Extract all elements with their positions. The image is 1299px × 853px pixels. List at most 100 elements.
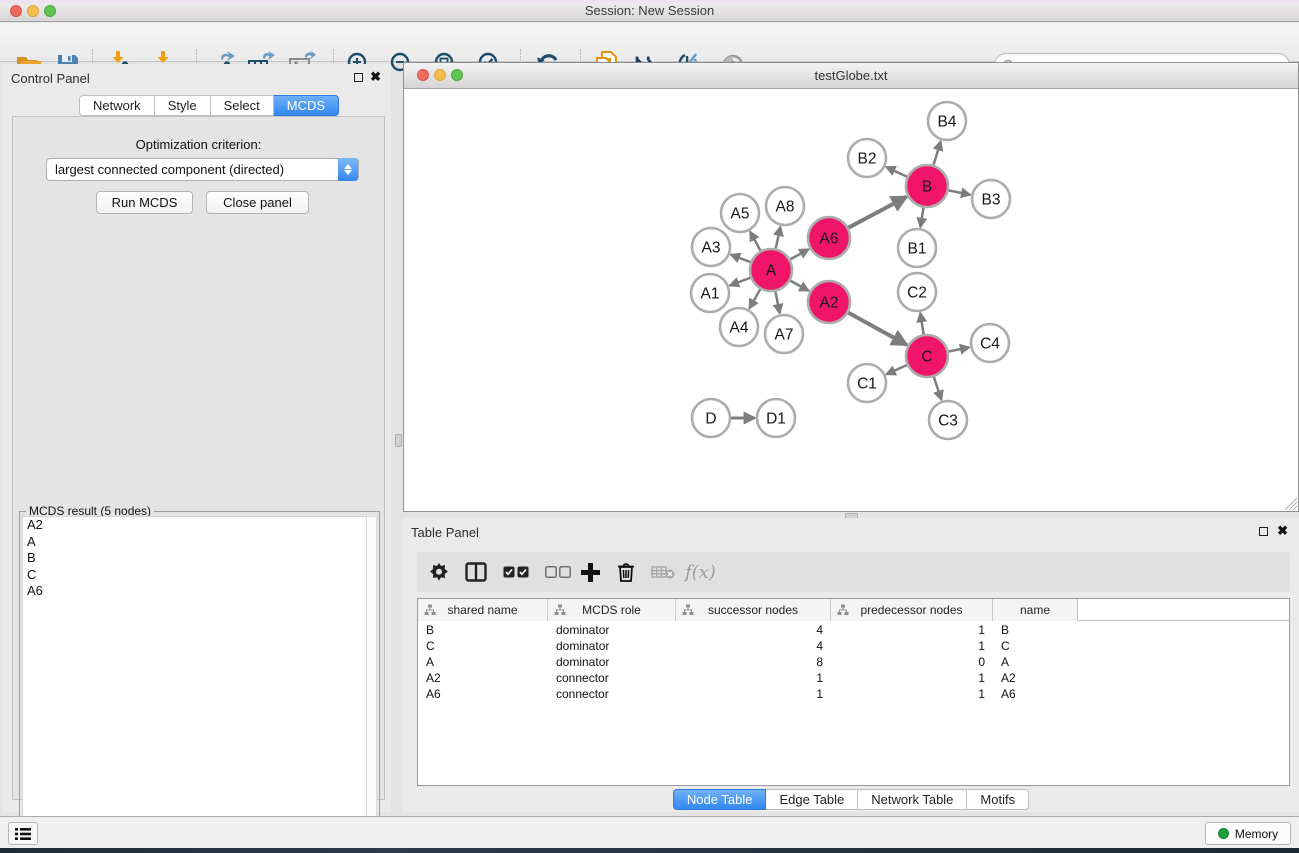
- table-cell[interactable]: 8: [676, 654, 831, 670]
- table-row[interactable]: A2connector11A2: [418, 670, 1289, 686]
- tab-select[interactable]: Select: [211, 95, 274, 116]
- close-panel-icon[interactable]: ✖: [370, 69, 381, 85]
- table-cell[interactable]: dominator: [548, 654, 676, 670]
- graph-node-B1[interactable]: B1: [898, 229, 936, 267]
- table-cell[interactable]: A2: [418, 670, 548, 686]
- table-cell[interactable]: 1: [831, 622, 993, 638]
- graph-node-A8[interactable]: A8: [766, 187, 804, 225]
- table-cell[interactable]: 1: [676, 686, 831, 702]
- graph-edge-C-C2[interactable]: [920, 313, 923, 335]
- column-header-predecessor-nodes[interactable]: predecessor nodes: [831, 599, 993, 621]
- graph-edge-A2-C[interactable]: [848, 313, 907, 345]
- table-cell[interactable]: dominator: [548, 638, 676, 654]
- graph-edge-A-A6[interactable]: [790, 249, 809, 259]
- select-all-icon[interactable]: [503, 558, 529, 586]
- graph-node-D1[interactable]: D1: [757, 399, 795, 437]
- tab-style[interactable]: Style: [155, 95, 211, 116]
- table-cell[interactable]: A6: [418, 686, 548, 702]
- graph-edge-A-A1[interactable]: [730, 278, 751, 286]
- delete-table-icon[interactable]: [651, 558, 675, 586]
- tab-mcds[interactable]: MCDS: [274, 95, 339, 116]
- table-cell[interactable]: 1: [831, 670, 993, 686]
- graph-node-A3[interactable]: A3: [692, 228, 730, 266]
- table-cell[interactable]: dominator: [548, 622, 676, 638]
- network-graph-canvas[interactable]: B4B2BB3A8A5A6B1A3AA1C2A2A4A7C4CC1C3DD1: [404, 89, 1298, 511]
- graph-edge-B-B1[interactable]: [920, 208, 923, 228]
- network-window-titlebar[interactable]: testGlobe.txt: [404, 63, 1298, 89]
- mcds-result-list[interactable]: A2ABCA6: [22, 516, 368, 846]
- graph-edge-A-A5[interactable]: [750, 231, 760, 250]
- column-header-MCDS-role[interactable]: MCDS role: [548, 599, 676, 621]
- criterion-dropdown[interactable]: largest connected component (directed): [46, 158, 359, 181]
- table-row[interactable]: A6connector11A6: [418, 686, 1289, 702]
- table-options-icon[interactable]: [429, 558, 449, 586]
- table-cell[interactable]: C: [993, 638, 1078, 654]
- show-column-icon[interactable]: [465, 558, 487, 586]
- table-row[interactable]: Adominator80A: [418, 654, 1289, 670]
- graph-node-C[interactable]: C: [906, 335, 948, 377]
- column-header-name[interactable]: name: [993, 599, 1078, 621]
- tab-node-table[interactable]: Node Table: [673, 789, 767, 810]
- table-row[interactable]: Cdominator41C: [418, 638, 1289, 654]
- graph-node-C4[interactable]: C4: [971, 324, 1009, 362]
- graph-node-C2[interactable]: C2: [898, 273, 936, 311]
- graph-edge-A-A8[interactable]: [776, 227, 781, 249]
- table-cell[interactable]: 4: [676, 622, 831, 638]
- graph-edge-C-C1[interactable]: [886, 365, 907, 374]
- memory-button[interactable]: Memory: [1205, 822, 1291, 845]
- tab-edge-table[interactable]: Edge Table: [766, 789, 858, 810]
- tab-network-table[interactable]: Network Table: [858, 789, 967, 810]
- graph-edge-C-C4[interactable]: [949, 347, 970, 351]
- graph-node-A6[interactable]: A6: [808, 217, 850, 259]
- table-cell[interactable]: A: [993, 654, 1078, 670]
- table-cell[interactable]: C: [418, 638, 548, 654]
- unselect-all-icon[interactable]: [545, 558, 571, 586]
- task-history-button[interactable]: [8, 822, 38, 845]
- mcds-result-scrollbar[interactable]: [366, 516, 377, 846]
- vertical-splitter-handle[interactable]: [395, 434, 402, 447]
- graph-node-A7[interactable]: A7: [765, 315, 803, 353]
- graph-edge-A-A4[interactable]: [749, 289, 760, 309]
- mcds-result-item[interactable]: A6: [23, 583, 367, 600]
- table-cell[interactable]: B: [993, 622, 1078, 638]
- resize-grip-icon[interactable]: [1283, 496, 1297, 510]
- float-panel-icon[interactable]: [354, 73, 363, 82]
- mcds-result-item[interactable]: C: [23, 567, 367, 584]
- node-table[interactable]: shared nameMCDS rolesuccessor nodesprede…: [417, 598, 1290, 786]
- table-cell[interactable]: 1: [831, 638, 993, 654]
- column-header-shared-name[interactable]: shared name: [418, 599, 548, 621]
- graph-node-A1[interactable]: A1: [691, 274, 729, 312]
- graph-edge-A-A3[interactable]: [731, 255, 751, 263]
- delete-row-icon[interactable]: [617, 558, 635, 586]
- close-table-panel-icon[interactable]: ✖: [1277, 523, 1288, 539]
- table-cell[interactable]: A6: [993, 686, 1078, 702]
- table-cell[interactable]: 0: [831, 654, 993, 670]
- graph-edge-C-C3[interactable]: [934, 377, 942, 400]
- add-row-icon[interactable]: [581, 558, 600, 586]
- graph-node-B3[interactable]: B3: [972, 180, 1010, 218]
- table-cell[interactable]: 1: [831, 686, 993, 702]
- graph-edge-A6-B[interactable]: [848, 197, 906, 228]
- table-cell[interactable]: A: [418, 654, 548, 670]
- table-cell[interactable]: connector: [548, 686, 676, 702]
- float-table-panel-icon[interactable]: [1259, 527, 1268, 536]
- graph-node-A2[interactable]: A2: [808, 281, 850, 323]
- run-mcds-button[interactable]: Run MCDS: [96, 191, 193, 214]
- graph-edge-A-A2[interactable]: [790, 281, 809, 291]
- table-cell[interactable]: 4: [676, 638, 831, 654]
- table-cell[interactable]: connector: [548, 670, 676, 686]
- graph-node-B4[interactable]: B4: [928, 102, 966, 140]
- mcds-result-item[interactable]: B: [23, 550, 367, 567]
- function-builder-icon[interactable]: f(x): [685, 558, 716, 586]
- graph-node-A4[interactable]: A4: [720, 308, 758, 346]
- graph-node-A[interactable]: A: [750, 249, 792, 291]
- close-panel-button[interactable]: Close panel: [206, 191, 309, 214]
- table-row[interactable]: Bdominator41B: [418, 622, 1289, 638]
- graph-node-C1[interactable]: C1: [848, 364, 886, 402]
- mcds-result-item[interactable]: A: [23, 534, 367, 551]
- column-header-successor-nodes[interactable]: successor nodes: [676, 599, 831, 621]
- graph-node-A5[interactable]: A5: [721, 194, 759, 232]
- mcds-result-item[interactable]: A2: [23, 517, 367, 534]
- graph-node-B[interactable]: B: [906, 165, 948, 207]
- tab-motifs[interactable]: Motifs: [967, 789, 1029, 810]
